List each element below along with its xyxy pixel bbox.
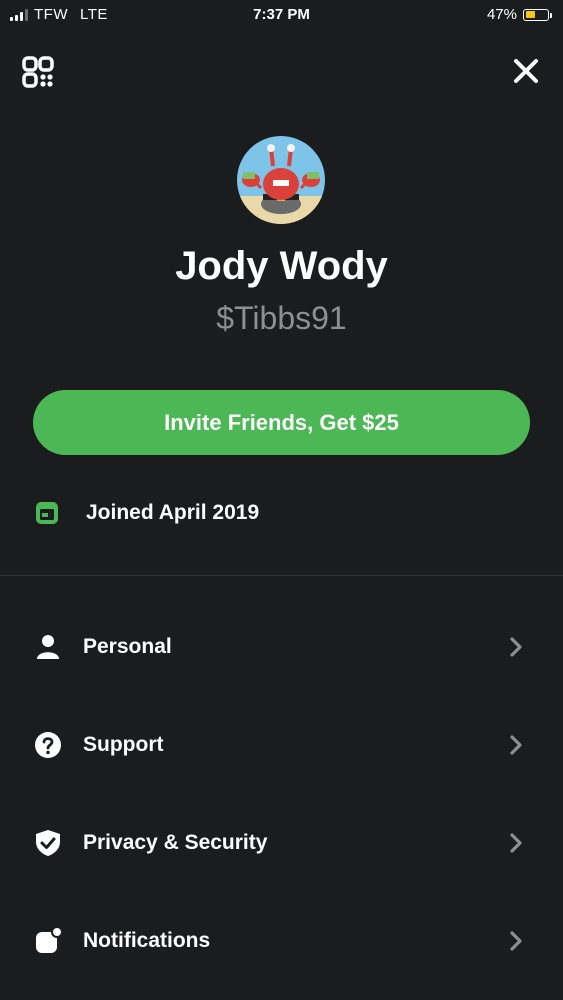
joined-label: Joined April 2019 [86,501,260,524]
menu-item-label: Privacy & Security [83,831,268,854]
menu-item-privacy-security[interactable]: Privacy & Security [0,794,563,892]
profile-avatar[interactable] [237,136,325,224]
battery-percent: 47% [486,6,517,23]
menu-item-support[interactable]: Support [0,696,563,794]
menu-item-label: Support [83,733,164,756]
battery-fill [525,11,536,18]
section-divider [0,575,563,576]
status-right: 47% [486,6,552,23]
qr-code-button[interactable] [22,56,54,88]
qr-code-icon [22,56,54,88]
menu-item-label: Notifications [83,929,211,952]
close-button[interactable] [511,56,541,86]
joined-info: Joined April 2019 [34,500,259,526]
chevron-right-icon [510,637,522,657]
shield-check-icon [36,830,60,856]
chevron-right-icon [510,833,522,853]
chevron-right-icon [510,931,522,951]
close-icon [514,59,538,83]
chevron-right-icon [510,735,522,755]
status-bar: TFW LTE 7:37 PM 47% [0,0,563,30]
menu-item-label: Personal [83,635,172,658]
profile-cashtag: $Tibbs91 [216,300,347,336]
calendar-icon [36,502,58,524]
menu-item-notifications[interactable]: Notifications [0,892,563,990]
person-icon [37,635,59,659]
menu-item-personal[interactable]: Personal [0,598,563,696]
profile-name: Jody Wody [175,244,388,288]
avatar-image [237,136,325,224]
notification-icon [36,927,62,953]
battery-icon [523,8,552,21]
invite-friends-button[interactable]: Invite Friends, Get $25 [33,390,530,455]
help-icon [35,732,61,758]
status-time: 7:37 PM [253,6,310,23]
